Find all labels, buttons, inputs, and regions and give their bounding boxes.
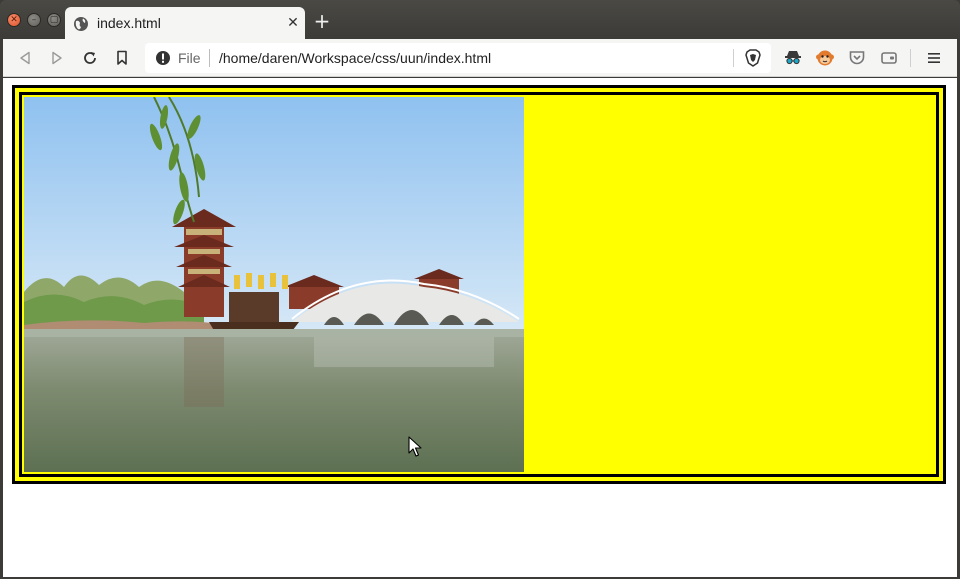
close-icon: ✕	[10, 14, 18, 25]
pocket-icon	[849, 51, 865, 65]
reload-button[interactable]	[80, 48, 100, 68]
back-button[interactable]	[15, 48, 35, 68]
tab-close-button[interactable]: ✕	[285, 14, 301, 30]
outer-yellow-box	[12, 85, 946, 484]
photo-image	[24, 97, 524, 472]
tab-title: index.html	[97, 15, 161, 31]
hamburger-menu-icon	[928, 53, 940, 63]
forward-button[interactable]	[47, 48, 67, 68]
globe-icon	[74, 17, 88, 31]
page-viewport	[3, 78, 957, 577]
monkey-extension-icon	[816, 50, 834, 66]
minimize-icon: –	[31, 14, 37, 25]
url-separator	[209, 49, 210, 67]
wallet-icon	[881, 52, 897, 64]
window-maximize-button[interactable]: ▢	[47, 13, 61, 27]
url-divider	[733, 49, 734, 67]
active-tab[interactable]: index.html ✕	[65, 7, 305, 39]
address-bar[interactable]: File /home/daren/Workspace/css/uun/index…	[145, 43, 771, 73]
inner-yellow-box	[19, 92, 939, 477]
window-close-button[interactable]: ✕	[7, 13, 21, 27]
pagoda-lake-bridge-photo	[24, 97, 524, 472]
url-scheme-label: File	[178, 50, 201, 66]
incognito-extension-button[interactable]	[782, 47, 804, 69]
incognito-extension-icon	[785, 51, 801, 65]
back-icon	[20, 51, 30, 65]
window-minimize-button[interactable]: –	[27, 13, 41, 27]
maximize-icon: ▢	[49, 14, 59, 25]
bookmark-icon	[117, 50, 127, 65]
new-tab-button[interactable]: +	[313, 11, 331, 31]
pocket-button[interactable]	[846, 47, 868, 69]
main-menu-button[interactable]	[923, 47, 945, 69]
browser-window: ✕ – ▢ index.html ✕ + File /home/daren/Wo…	[0, 0, 960, 579]
reload-icon	[84, 52, 96, 64]
wallet-button[interactable]	[878, 47, 900, 69]
url-text[interactable]: /home/daren/Workspace/css/uun/index.html	[219, 50, 491, 66]
info-icon[interactable]	[155, 50, 171, 66]
brave-shield-icon[interactable]	[743, 48, 763, 68]
navigation-toolbar: File /home/daren/Workspace/css/uun/index…	[3, 39, 957, 77]
mouse-cursor-icon	[408, 436, 422, 457]
tab-strip: ✕ – ▢ index.html ✕ +	[0, 0, 960, 39]
monkey-extension-button[interactable]	[814, 47, 836, 69]
bookmark-button[interactable]	[112, 48, 132, 68]
forward-icon	[52, 51, 62, 65]
toolbar-separator	[910, 49, 911, 67]
